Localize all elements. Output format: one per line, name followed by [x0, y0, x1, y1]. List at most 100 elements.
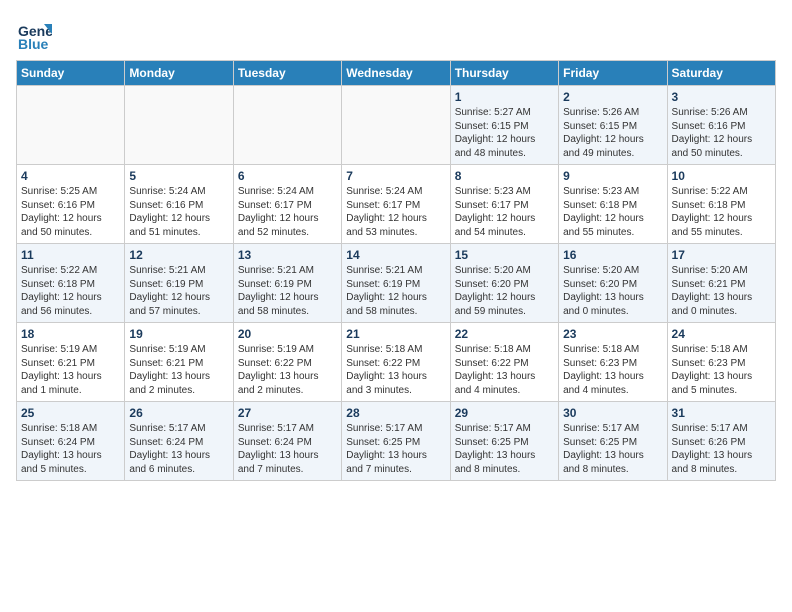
week-row-3: 11 Sunrise: 5:22 AM Sunset: 6:18 PM Dayli… — [17, 244, 776, 323]
header-monday: Monday — [125, 61, 233, 86]
day-number: 17 — [672, 248, 771, 262]
header-wednesday: Wednesday — [342, 61, 450, 86]
day-cell: 2Sunrise: 5:26 AM Sunset: 6:15 PM Daylig… — [559, 86, 667, 165]
day-cell: 19Sunrise: 5:19 AM Sunset: 6:21 PM Dayli… — [125, 323, 233, 402]
calendar-header: SundayMondayTuesdayWednesdayThursdayFrid… — [17, 61, 776, 86]
day-info: Sunrise: 5:19 AM Sunset: 6:21 PM Dayligh… — [129, 343, 228, 397]
svg-text:Blue: Blue — [18, 36, 49, 52]
day-number: 28 — [346, 406, 445, 420]
day-cell: 4Sunrise: 5:25 AM Sunset: 6:16 PM Daylig… — [17, 165, 125, 244]
day-info: Sunrise: 5:18 AM Sunset: 6:22 PM Dayligh… — [455, 343, 554, 397]
day-cell: 31Sunrise: 5:17 AM Sunset: 6:26 PM Dayli… — [667, 402, 775, 481]
day-cell — [233, 86, 341, 165]
day-cell: 6 Sunrise: 5:24 AM Sunset: 6:17 PM Daylig… — [233, 165, 341, 244]
day-number: 1 — [455, 90, 554, 104]
day-cell: 5 Sunrise: 5:24 AM Sunset: 6:16 PM Daylig… — [125, 165, 233, 244]
day-info: Sunrise: 5:23 AM Sunset: 6:17 PM Dayligh… — [455, 185, 554, 239]
page-header: General Blue — [16, 16, 776, 52]
day-info: Sunrise: 5:18 AM Sunset: 6:23 PM Dayligh… — [563, 343, 662, 397]
day-number: 12 — [129, 248, 228, 262]
day-cell — [125, 86, 233, 165]
day-cell: 7Sunrise: 5:24 AM Sunset: 6:17 PM Daylig… — [342, 165, 450, 244]
day-cell: 25 Sunrise: 5:18 AM Sunset: 6:24 PM Dayli… — [17, 402, 125, 481]
day-cell: 1 Sunrise: 5:27 AM Sunset: 6:15 PM Daylig… — [450, 86, 558, 165]
day-number: 13 — [238, 248, 337, 262]
day-number: 11 — [21, 248, 120, 262]
day-info: Sunrise: 5:20 AM Sunset: 6:20 PM Dayligh… — [563, 264, 662, 318]
day-info: Sunrise: 5:18 AM Sunset: 6:22 PM Dayligh… — [346, 343, 445, 397]
logo-icon: General Blue — [16, 16, 52, 52]
header-tuesday: Tuesday — [233, 61, 341, 86]
day-info: Sunrise: 5:20 AM Sunset: 6:21 PM Dayligh… — [672, 264, 771, 318]
day-info: Sunrise: 5:23 AM Sunset: 6:18 PM Dayligh… — [563, 185, 662, 239]
header-row: SundayMondayTuesdayWednesdayThursdayFrid… — [17, 61, 776, 86]
day-cell: 17 Sunrise: 5:20 AM Sunset: 6:21 PM Dayli… — [667, 244, 775, 323]
day-info: Sunrise: 5:24 AM Sunset: 6:17 PM Dayligh… — [238, 185, 337, 239]
day-info: Sunrise: 5:18 AM Sunset: 6:23 PM Dayligh… — [672, 343, 771, 397]
day-info: Sunrise: 5:17 AM Sunset: 6:24 PM Dayligh… — [238, 422, 337, 476]
day-number: 23 — [563, 327, 662, 341]
header-saturday: Saturday — [667, 61, 775, 86]
day-number: 5 — [129, 169, 228, 183]
day-info: Sunrise: 5:21 AM Sunset: 6:19 PM Dayligh… — [346, 264, 445, 318]
day-number: 8 — [455, 169, 554, 183]
header-sunday: Sunday — [17, 61, 125, 86]
day-cell: 28 Sunrise: 5:17 AM Sunset: 6:25 PM Dayli… — [342, 402, 450, 481]
day-info: Sunrise: 5:22 AM Sunset: 6:18 PM Dayligh… — [21, 264, 120, 318]
day-cell: 21 Sunrise: 5:18 AM Sunset: 6:22 PM Dayli… — [342, 323, 450, 402]
day-number: 3 — [672, 90, 771, 104]
day-cell: 24 Sunrise: 5:18 AM Sunset: 6:23 PM Dayli… — [667, 323, 775, 402]
logo: General Blue — [16, 16, 58, 52]
day-cell: 8 Sunrise: 5:23 AM Sunset: 6:17 PM Daylig… — [450, 165, 558, 244]
day-info: Sunrise: 5:22 AM Sunset: 6:18 PM Dayligh… — [672, 185, 771, 239]
day-info: Sunrise: 5:17 AM Sunset: 6:24 PM Dayligh… — [129, 422, 228, 476]
day-number: 29 — [455, 406, 554, 420]
day-number: 9 — [563, 169, 662, 183]
day-cell: 23 Sunrise: 5:18 AM Sunset: 6:23 PM Dayli… — [559, 323, 667, 402]
header-friday: Friday — [559, 61, 667, 86]
day-cell: 26 Sunrise: 5:17 AM Sunset: 6:24 PM Dayli… — [125, 402, 233, 481]
day-number: 14 — [346, 248, 445, 262]
day-cell: 18 Sunrise: 5:19 AM Sunset: 6:21 PM Dayli… — [17, 323, 125, 402]
day-number: 18 — [21, 327, 120, 341]
day-cell — [17, 86, 125, 165]
day-number: 6 — [238, 169, 337, 183]
day-cell: 15Sunrise: 5:20 AM Sunset: 6:20 PM Dayli… — [450, 244, 558, 323]
day-cell: 13Sunrise: 5:21 AM Sunset: 6:19 PM Dayli… — [233, 244, 341, 323]
day-cell: 27 Sunrise: 5:17 AM Sunset: 6:24 PM Dayli… — [233, 402, 341, 481]
day-info: Sunrise: 5:25 AM Sunset: 6:16 PM Dayligh… — [21, 185, 120, 239]
day-info: Sunrise: 5:20 AM Sunset: 6:20 PM Dayligh… — [455, 264, 554, 318]
day-cell: 3 Sunrise: 5:26 AM Sunset: 6:16 PM Daylig… — [667, 86, 775, 165]
day-number: 30 — [563, 406, 662, 420]
day-info: Sunrise: 5:24 AM Sunset: 6:17 PM Dayligh… — [346, 185, 445, 239]
day-cell — [342, 86, 450, 165]
day-info: Sunrise: 5:17 AM Sunset: 6:25 PM Dayligh… — [563, 422, 662, 476]
day-number: 22 — [455, 327, 554, 341]
day-number: 10 — [672, 169, 771, 183]
day-info: Sunrise: 5:17 AM Sunset: 6:26 PM Dayligh… — [672, 422, 771, 476]
calendar-table: SundayMondayTuesdayWednesdayThursdayFrid… — [16, 60, 776, 481]
day-info: Sunrise: 5:19 AM Sunset: 6:21 PM Dayligh… — [21, 343, 120, 397]
day-cell: 16Sunrise: 5:20 AM Sunset: 6:20 PM Dayli… — [559, 244, 667, 323]
day-cell: 29 Sunrise: 5:17 AM Sunset: 6:25 PM Dayli… — [450, 402, 558, 481]
day-info: Sunrise: 5:19 AM Sunset: 6:22 PM Dayligh… — [238, 343, 337, 397]
day-number: 20 — [238, 327, 337, 341]
day-info: Sunrise: 5:21 AM Sunset: 6:19 PM Dayligh… — [129, 264, 228, 318]
week-row-4: 18 Sunrise: 5:19 AM Sunset: 6:21 PM Dayli… — [17, 323, 776, 402]
week-row-1: 1 Sunrise: 5:27 AM Sunset: 6:15 PM Daylig… — [17, 86, 776, 165]
day-cell: 22 Sunrise: 5:18 AM Sunset: 6:22 PM Dayli… — [450, 323, 558, 402]
day-info: Sunrise: 5:18 AM Sunset: 6:24 PM Dayligh… — [21, 422, 120, 476]
day-info: Sunrise: 5:24 AM Sunset: 6:16 PM Dayligh… — [129, 185, 228, 239]
day-cell: 30 Sunrise: 5:17 AM Sunset: 6:25 PM Dayli… — [559, 402, 667, 481]
day-info: Sunrise: 5:17 AM Sunset: 6:25 PM Dayligh… — [346, 422, 445, 476]
day-number: 27 — [238, 406, 337, 420]
day-cell: 10 Sunrise: 5:22 AM Sunset: 6:18 PM Dayli… — [667, 165, 775, 244]
week-row-2: 4Sunrise: 5:25 AM Sunset: 6:16 PM Daylig… — [17, 165, 776, 244]
day-number: 24 — [672, 327, 771, 341]
day-info: Sunrise: 5:26 AM Sunset: 6:16 PM Dayligh… — [672, 106, 771, 160]
day-number: 26 — [129, 406, 228, 420]
day-info: Sunrise: 5:27 AM Sunset: 6:15 PM Dayligh… — [455, 106, 554, 160]
day-number: 21 — [346, 327, 445, 341]
day-number: 25 — [21, 406, 120, 420]
day-info: Sunrise: 5:17 AM Sunset: 6:25 PM Dayligh… — [455, 422, 554, 476]
